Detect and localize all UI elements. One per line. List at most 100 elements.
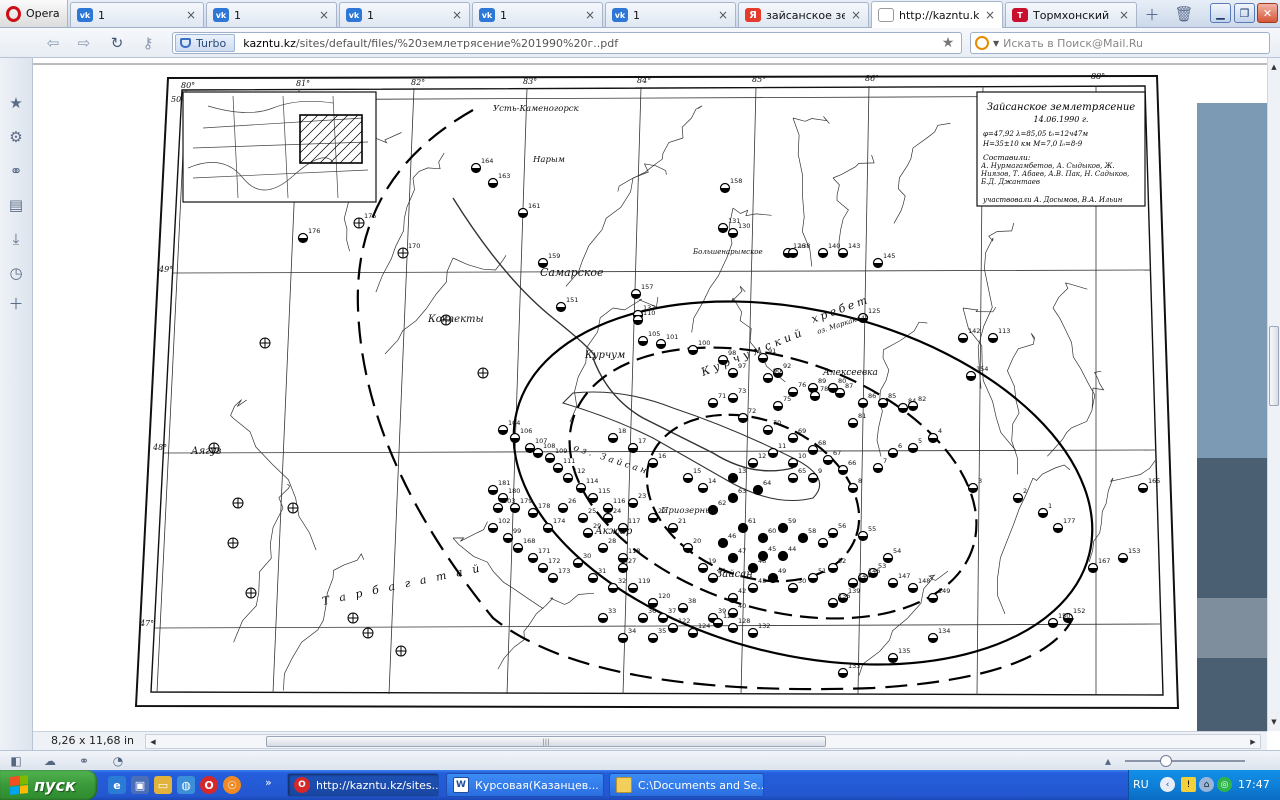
media-icon[interactable]: ▣ xyxy=(131,776,149,794)
opera-sidebar: ★ ⚙ ⚭ ▤ ⤓ ◷ ＋ xyxy=(0,58,33,750)
lat-label-50: 50 xyxy=(171,95,181,104)
zoom-slider-knob[interactable] xyxy=(1160,755,1172,767)
tab-4[interactable]: vk 1 × xyxy=(605,2,736,27)
unite-icon[interactable]: ⚭ xyxy=(76,753,92,769)
add-panel-icon[interactable]: ＋ xyxy=(6,293,26,313)
horizontal-scroll-thumb[interactable]: ||| xyxy=(266,736,826,747)
share-icon[interactable]: ⚭ xyxy=(6,161,26,181)
new-tab-button[interactable]: ＋ xyxy=(1141,4,1163,24)
station-number: 64 xyxy=(763,479,771,487)
taskbar-item-word[interactable]: W Курсовая(Казанцев... xyxy=(446,773,604,797)
opera-quicklaunch-icon[interactable]: O xyxy=(200,776,218,794)
key-icon: ⚷ xyxy=(142,34,154,52)
folder-quicklaunch-icon[interactable]: ▭ xyxy=(154,776,172,794)
minimize-button[interactable]: ▁ xyxy=(1210,3,1231,23)
taskbar-item-opera[interactable]: O http://kazntu.kz/sites... xyxy=(287,773,439,797)
close-tab-icon[interactable]: × xyxy=(451,8,463,22)
search-field[interactable]: ▼ Искать в Поиск@Mail.Ru xyxy=(970,32,1270,54)
tab-title: 1 xyxy=(367,8,374,22)
wand-button[interactable]: ⚷ xyxy=(137,33,159,53)
tab-7[interactable]: T Тормхонский вз... × xyxy=(1005,2,1137,27)
station-number: 13 xyxy=(738,467,746,475)
turbo-status-icon[interactable]: ◔ xyxy=(110,753,126,769)
network-icon[interactable]: ⌂ xyxy=(1199,777,1214,792)
station-number: 133 xyxy=(848,662,860,670)
bookmarks-star-icon[interactable]: ★ xyxy=(6,93,26,113)
place-narym: Нарым xyxy=(532,155,565,165)
zoom-slider[interactable] xyxy=(1125,760,1245,762)
close-window-button[interactable]: ✕ xyxy=(1257,3,1278,23)
taskbar-item-explorer[interactable]: C:\Documents and Se... xyxy=(609,773,764,797)
scroll-right-icon[interactable]: ▶ xyxy=(1246,735,1260,748)
trash-button[interactable]: 🗑 xyxy=(1173,4,1195,24)
close-tab-icon[interactable]: × xyxy=(850,8,862,22)
opera-menu-button[interactable]: Opera xyxy=(0,0,68,27)
station-number: 143 xyxy=(848,242,860,250)
notes-icon[interactable]: ▤ xyxy=(6,195,26,215)
vertical-scroll-thumb[interactable] xyxy=(1269,326,1279,406)
ie-icon[interactable]: e xyxy=(108,776,126,794)
station-number: 69 xyxy=(798,427,806,435)
station-number: 149 xyxy=(938,587,950,595)
station-number: 8 xyxy=(858,477,862,485)
scroll-left-icon[interactable]: ◀ xyxy=(146,735,160,748)
close-tab-icon[interactable]: × xyxy=(1118,8,1130,22)
horizontal-scrollbar[interactable]: ◀ ||| ▶ xyxy=(145,734,1261,749)
tab-3[interactable]: vk 1 × xyxy=(472,2,603,27)
close-tab-icon[interactable]: × xyxy=(185,8,197,22)
pdf-viewport[interactable]: 175 176 170 164 163 161 159 158 157 151 137 131 130 1… xyxy=(33,58,1267,731)
restore-button[interactable]: ❐ xyxy=(1234,3,1255,23)
cloud-icon[interactable]: ☁ xyxy=(42,753,58,769)
reload-button[interactable]: ↻ xyxy=(106,33,128,53)
authors-text: А. Нурмагамбетов, А. Сыдыков, Ж. Ниязов,… xyxy=(981,162,1130,186)
back-tray-icon[interactable]: ‹ xyxy=(1160,777,1175,792)
scroll-down-icon[interactable]: ▼ xyxy=(1268,715,1280,729)
scroll-up-icon[interactable]: ▲ xyxy=(1268,60,1280,74)
panel-toggle-icon[interactable]: ◧ xyxy=(8,753,24,769)
lon-label-81: 81° xyxy=(296,79,310,88)
close-tab-icon[interactable]: × xyxy=(984,8,996,22)
downloads-icon[interactable]: ⤓ xyxy=(6,229,26,249)
status-tray-icon[interactable]: ◎ xyxy=(1217,777,1232,792)
taskbar-item-label: C:\Documents and Se... xyxy=(638,778,764,792)
forward-button[interactable]: ⇨ xyxy=(73,33,95,53)
opera-menu-label: Opera xyxy=(26,7,60,20)
bookmark-star-icon[interactable]: ★ xyxy=(939,35,957,51)
app-quicklaunch-icon[interactable]: ☉ xyxy=(223,776,241,794)
history-clock-icon[interactable]: ◷ xyxy=(6,263,26,283)
station-number: 59 xyxy=(788,517,796,525)
close-tab-icon[interactable]: × xyxy=(717,8,729,22)
start-label: пуск xyxy=(34,775,76,795)
url-field[interactable]: Turbo kazntu.kz/sites/default/files/%20з… xyxy=(172,32,962,54)
station-number: 12 xyxy=(758,452,766,460)
tab-1[interactable]: vk 1 × xyxy=(206,2,337,27)
language-indicator[interactable]: RU xyxy=(1133,778,1149,791)
tab-2[interactable]: vk 1 × xyxy=(339,2,470,27)
authors-label: Составили: xyxy=(983,153,1031,162)
station-number: 163 xyxy=(498,172,510,180)
tab-5[interactable]: Язайсанское зем... × xyxy=(738,2,869,27)
url-text[interactable]: kazntu.kz/sites/default/files/%20землетр… xyxy=(243,37,939,50)
turbo-button[interactable]: Turbo xyxy=(175,34,236,52)
restore-icon: ❐ xyxy=(1239,6,1250,20)
station-number: 4 xyxy=(938,427,942,435)
chevron-down-icon[interactable]: ▼ xyxy=(993,39,999,48)
close-tab-icon[interactable]: × xyxy=(584,8,596,22)
globe-icon[interactable]: ◍ xyxy=(177,776,195,794)
vertical-scrollbar[interactable]: ▲ ▼ xyxy=(1267,58,1280,731)
warning-icon[interactable]: ! xyxy=(1181,777,1196,792)
quicklaunch-expand-icon[interactable]: » xyxy=(265,776,272,789)
close-tab-icon[interactable]: × xyxy=(318,8,330,22)
place-bolshenarymskoe: Большенарымское xyxy=(692,248,763,256)
view-icon[interactable]: ▴ xyxy=(1100,753,1116,769)
start-button[interactable]: пуск xyxy=(0,770,97,800)
gear-icon[interactable]: ⚙ xyxy=(6,127,26,147)
windows-taskbar: пуск e ▣ ▭ ◍ O ☉ » O http://kazntu.kz/si… xyxy=(0,770,1280,800)
vk-icon: vk xyxy=(479,8,495,22)
back-button[interactable]: ⇦ xyxy=(42,33,64,53)
station-marker-crosshair xyxy=(245,587,257,599)
tab-6[interactable]: http://kazntu.kz... × xyxy=(871,1,1003,28)
tab-0[interactable]: vk 1 × xyxy=(70,2,204,27)
station-number: 30 xyxy=(583,552,591,560)
station-number: 52 xyxy=(838,557,846,565)
